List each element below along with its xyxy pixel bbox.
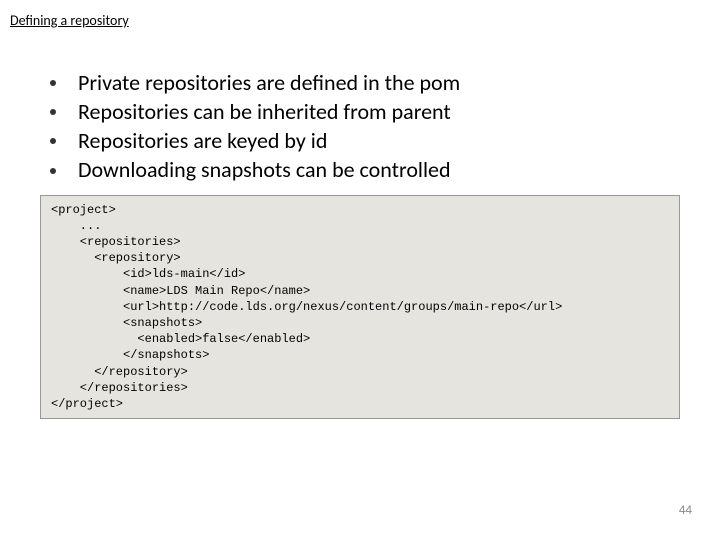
bullet-icon bbox=[50, 138, 56, 144]
bullet-text: Downloading snapshots can be controlled bbox=[78, 156, 451, 184]
bullet-text: Repositories are keyed by id bbox=[78, 127, 327, 155]
list-item: Repositories are keyed by id bbox=[50, 127, 710, 155]
bullet-icon bbox=[50, 109, 56, 115]
list-item: Repositories can be inherited from paren… bbox=[50, 98, 710, 126]
bullet-icon bbox=[50, 168, 56, 174]
code-block: <project> ... <repositories> <repository… bbox=[40, 195, 680, 419]
bullet-icon bbox=[50, 80, 56, 86]
bullet-text: Repositories can be inherited from paren… bbox=[78, 98, 451, 126]
slide-title: Defining a repository bbox=[10, 12, 710, 29]
list-item: Downloading snapshots can be controlled bbox=[50, 156, 710, 184]
bullet-list: Private repositories are defined in the … bbox=[50, 69, 710, 185]
page-number: 44 bbox=[679, 503, 692, 518]
bullet-text: Private repositories are defined in the … bbox=[78, 69, 460, 97]
list-item: Private repositories are defined in the … bbox=[50, 69, 710, 97]
